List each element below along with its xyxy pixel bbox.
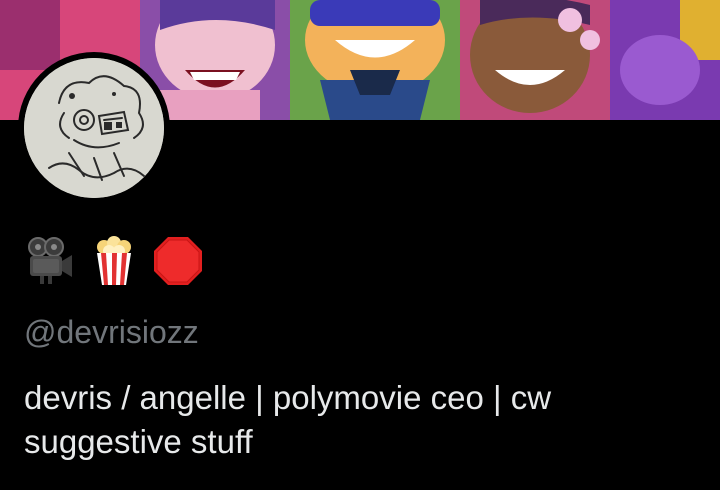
movie-camera-icon [28, 237, 72, 284]
display-name [24, 234, 204, 288]
avatar[interactable] [18, 52, 170, 204]
popcorn-icon [97, 236, 131, 285]
sketch-avatar-icon [24, 58, 164, 198]
stop-sign-icon [154, 237, 202, 285]
profile-handle: @devrisiozz [24, 314, 199, 350]
profile-bio: devris / angelle | polymovie ceo | cw su… [24, 379, 552, 460]
